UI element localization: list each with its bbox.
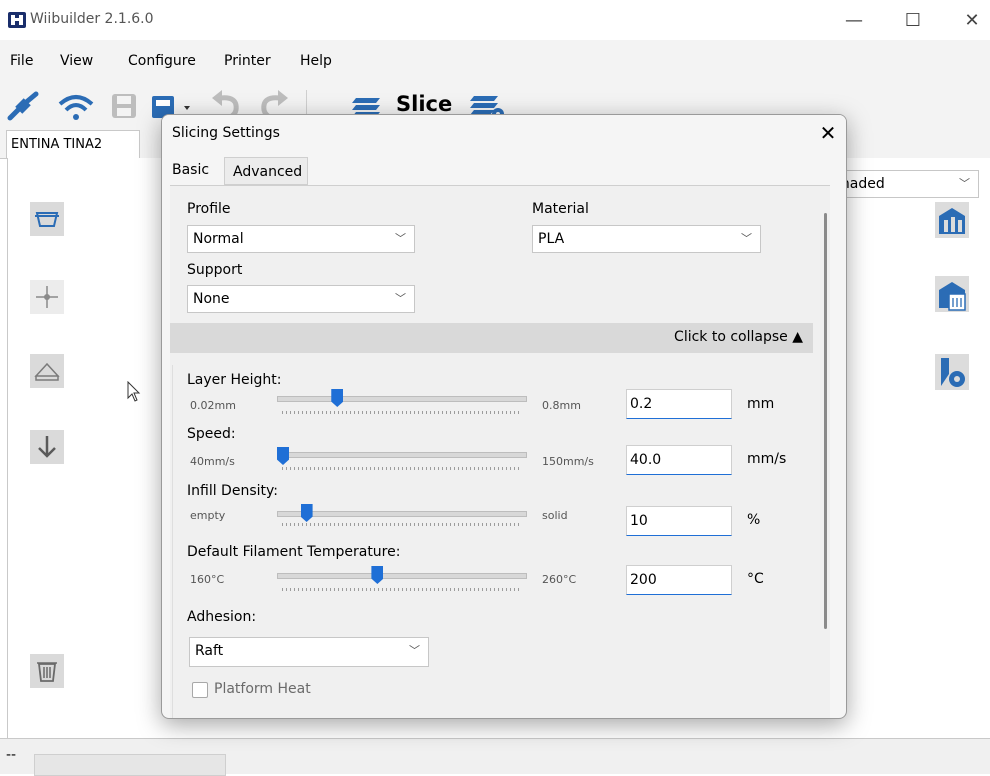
platform-heat-label: Platform Heat: [214, 681, 311, 697]
layer-height-min: 0.02mm: [190, 399, 236, 412]
material-value: PLA: [538, 231, 565, 247]
speed-unit: mm/s: [747, 451, 787, 467]
save-icon[interactable]: [110, 92, 138, 120]
temperature-max: 260°C: [542, 573, 577, 586]
view-top-icon: [35, 212, 59, 227]
platform-heat-checkbox[interactable]: [192, 682, 208, 698]
adhesion-label: Adhesion:: [187, 609, 257, 625]
view-center-icon: [36, 286, 58, 308]
collapse-label: Click to collapse ▲: [674, 329, 803, 345]
menu-help[interactable]: Help: [300, 53, 332, 69]
close-window-button[interactable]: ✕: [952, 8, 990, 34]
collapse-bar[interactable]: Click to collapse ▲: [170, 323, 813, 353]
speed-label: Speed:: [187, 426, 236, 442]
layer-height-track: [277, 396, 527, 402]
minimize-button[interactable]: —: [834, 8, 874, 34]
chevron-down-icon: ﹀: [395, 232, 406, 245]
view-perspective-button[interactable]: [30, 354, 64, 388]
speed-input[interactable]: 40.0: [626, 445, 732, 475]
gear-icon: [941, 358, 965, 387]
menu-view[interactable]: View: [60, 53, 93, 69]
delete-button[interactable]: [30, 654, 64, 688]
adhesion-select[interactable]: Raft ﹀: [189, 637, 429, 667]
status-bar: --: [0, 738, 990, 776]
mirror-button[interactable]: [935, 276, 969, 312]
view-mode-select[interactable]: Shaded ﹀: [826, 170, 979, 198]
app-title: Wiibuilder 2.1.6.0: [30, 11, 154, 27]
layer-height-input[interactable]: 0.2: [626, 389, 732, 419]
layer-height-max: 0.8mm: [542, 399, 581, 412]
chevron-down-icon: ﹀: [959, 177, 970, 190]
chevron-down-icon: ﹀: [409, 644, 420, 657]
chevron-down-icon: ﹀: [395, 292, 406, 305]
speed-max: 150mm/s: [542, 455, 594, 468]
speed-ticks: [282, 467, 520, 470]
slicing-settings-dialog: Slicing Settings ✕ Basic Advanced Profil…: [161, 114, 847, 719]
temperature-label: Default Filament Temperature:: [187, 544, 401, 560]
infill-density-input[interactable]: 10: [626, 506, 732, 536]
support-value: None: [193, 291, 230, 307]
infill-density-unit: %: [747, 512, 761, 528]
infill-density-track: [277, 511, 527, 517]
menu-file[interactable]: File: [10, 53, 33, 69]
layer-height-unit: mm: [747, 396, 775, 412]
material-select[interactable]: PLA ﹀: [532, 225, 761, 253]
infill-density-max: solid: [542, 509, 568, 522]
view-center-button[interactable]: [30, 280, 64, 314]
menu-configure[interactable]: Configure: [128, 53, 196, 69]
maximize-button[interactable]: ☐: [893, 8, 933, 34]
scrollbar[interactable]: [824, 213, 827, 629]
settings-button[interactable]: [935, 354, 969, 390]
layer-height-label: Layer Height:: [187, 372, 282, 388]
infill-density-min: empty: [190, 509, 226, 522]
connect-icon[interactable]: [6, 90, 42, 122]
material-label: Material: [532, 201, 589, 217]
dialog-title: Slicing Settings: [172, 125, 280, 141]
status-text: --: [6, 747, 17, 763]
move-down-button[interactable]: [30, 430, 64, 464]
tab-advanced[interactable]: Advanced: [224, 157, 308, 185]
cursor-icon: [127, 381, 141, 402]
temperature-track: [277, 573, 527, 579]
infill-density-label: Infill Density:: [187, 483, 278, 499]
app-logo-icon: [8, 12, 26, 28]
support-select[interactable]: None ﹀: [187, 285, 415, 313]
temperature-min: 160°C: [190, 573, 225, 586]
chevron-down-icon: ﹀: [741, 232, 752, 245]
profile-label: Profile: [187, 201, 231, 217]
wifi-icon[interactable]: [56, 92, 96, 122]
move-down-icon: [38, 436, 56, 458]
rotate-icon: [939, 208, 965, 234]
slice-label: Slice: [396, 92, 453, 116]
dialog-close-button[interactable]: ✕: [814, 119, 842, 147]
tab-printer[interactable]: ENTINA TINA2: [6, 130, 140, 158]
view-top-button[interactable]: [30, 202, 64, 236]
rotate-button[interactable]: [935, 202, 969, 238]
menu-printer[interactable]: Printer: [224, 53, 271, 69]
temperature-input[interactable]: 200: [626, 565, 732, 595]
mirror-icon: [939, 282, 966, 311]
adhesion-value: Raft: [195, 643, 224, 659]
speed-min: 40mm/s: [190, 455, 235, 468]
support-label: Support: [187, 262, 243, 278]
view-perspective-icon: [34, 362, 60, 381]
tab-basic[interactable]: Basic: [166, 155, 222, 185]
profile-value: Normal: [193, 231, 244, 247]
temperature-ticks: [282, 588, 520, 591]
layer-height-ticks: [282, 411, 520, 414]
delete-icon: [37, 662, 57, 682]
profile-select[interactable]: Normal ﹀: [187, 225, 415, 253]
temperature-unit: °C: [747, 571, 764, 587]
title-bar: Wiibuilder 2.1.6.0 — ☐ ✕: [0, 0, 990, 40]
speed-track: [277, 452, 527, 458]
infill-density-ticks: [282, 523, 520, 526]
